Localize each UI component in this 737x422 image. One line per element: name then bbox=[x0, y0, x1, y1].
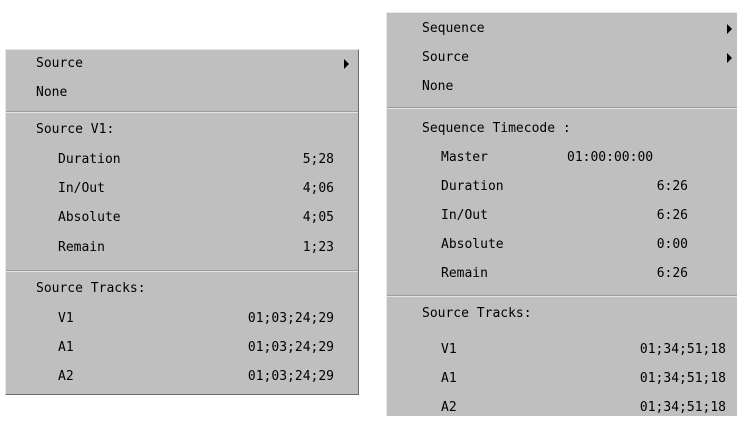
info-row-remain: Remain 6:26 bbox=[387, 260, 737, 288]
sequence-context-menu: Sequence Source None Sequence Timecode :… bbox=[386, 12, 737, 416]
menu-item-source[interactable]: Source bbox=[6, 50, 358, 78]
menu-item-none[interactable]: None bbox=[6, 79, 358, 107]
info-value: 5;28 bbox=[302, 152, 334, 167]
menu-item-source[interactable]: Source bbox=[387, 44, 737, 72]
track-timecode: 01;03;24;29 bbox=[247, 369, 334, 384]
info-row-duration: Duration 5;28 bbox=[6, 146, 358, 174]
menu-item-label: None bbox=[36, 85, 68, 100]
info-value: 1;23 bbox=[302, 240, 334, 255]
menu-item-label: Sequence bbox=[422, 21, 485, 36]
section-header-label: Sequence Timecode : bbox=[422, 121, 571, 136]
track-label: V1 bbox=[441, 342, 457, 357]
info-label: In/Out bbox=[58, 181, 105, 196]
section-header-label: Source Tracks: bbox=[422, 306, 532, 321]
track-timecode: 01;34;51;18 bbox=[639, 371, 726, 386]
section-header-source-tracks: Source Tracks: bbox=[387, 300, 737, 328]
info-value: 0:00 bbox=[656, 237, 688, 252]
section-header-label: Source Tracks: bbox=[36, 281, 146, 296]
info-label: Remain bbox=[58, 240, 105, 255]
info-value: 4;05 bbox=[302, 210, 334, 225]
track-timecode: 01;34;51;18 bbox=[639, 342, 726, 357]
submenu-arrow-icon bbox=[727, 24, 732, 34]
track-row-v1: V1 01;34;51;18 bbox=[387, 336, 737, 364]
menu-separator bbox=[6, 111, 358, 113]
menu-item-label: Source bbox=[422, 50, 469, 65]
menu-item-label: Source bbox=[36, 56, 83, 71]
info-row-master: Master 01:00:00:00 bbox=[387, 144, 737, 172]
info-label: Absolute bbox=[58, 210, 121, 225]
menu-separator bbox=[6, 270, 358, 272]
info-label: Absolute bbox=[441, 237, 504, 252]
info-label: Remain bbox=[441, 266, 488, 281]
info-value: 6:26 bbox=[656, 179, 688, 194]
info-value: 6:26 bbox=[656, 266, 688, 281]
menu-item-none[interactable]: None bbox=[387, 73, 737, 101]
info-row-remain: Remain 1;23 bbox=[6, 234, 358, 262]
track-label: A2 bbox=[441, 400, 457, 415]
track-label: A1 bbox=[441, 371, 457, 386]
info-row-absolute: Absolute 4;05 bbox=[6, 204, 358, 232]
info-value: 4;06 bbox=[302, 181, 334, 196]
info-value: 01:00:00:00 bbox=[567, 150, 654, 165]
info-label: In/Out bbox=[441, 208, 488, 223]
info-row-duration: Duration 6:26 bbox=[387, 173, 737, 201]
menu-separator bbox=[387, 295, 737, 297]
section-header-source-tracks: Source Tracks: bbox=[6, 275, 358, 303]
info-label: Duration bbox=[58, 152, 121, 167]
menu-separator bbox=[387, 107, 737, 109]
section-header-sequence-timecode: Sequence Timecode : bbox=[387, 115, 737, 143]
submenu-arrow-icon bbox=[727, 53, 732, 63]
section-header-label: Source V1: bbox=[36, 122, 115, 137]
track-row-a2: A2 01;34;51;18 bbox=[387, 394, 737, 422]
info-row-absolute: Absolute 0:00 bbox=[387, 231, 737, 259]
info-label: Master bbox=[441, 150, 488, 165]
info-row-in-out: In/Out 6:26 bbox=[387, 202, 737, 230]
submenu-arrow-icon bbox=[344, 59, 349, 69]
info-row-in-out: In/Out 4;06 bbox=[6, 175, 358, 203]
track-label: A1 bbox=[58, 340, 74, 355]
track-row-v1: V1 01;03;24;29 bbox=[6, 305, 358, 333]
menu-item-sequence[interactable]: Sequence bbox=[387, 15, 737, 43]
section-header-source-v1: Source V1: bbox=[6, 116, 358, 144]
info-value: 6:26 bbox=[656, 208, 688, 223]
track-timecode: 01;34;51;18 bbox=[639, 400, 726, 415]
track-timecode: 01;03;24;29 bbox=[247, 340, 334, 355]
source-context-menu: Source None Source V1: Duration 5;28 In/… bbox=[5, 49, 359, 395]
menu-item-label: None bbox=[422, 79, 454, 94]
track-label: A2 bbox=[58, 369, 74, 384]
track-timecode: 01;03;24;29 bbox=[247, 311, 334, 326]
track-label: V1 bbox=[58, 311, 74, 326]
track-row-a1: A1 01;34;51;18 bbox=[387, 365, 737, 393]
track-row-a2: A2 01;03;24;29 bbox=[6, 363, 358, 391]
track-row-a1: A1 01;03;24;29 bbox=[6, 334, 358, 362]
info-label: Duration bbox=[441, 179, 504, 194]
